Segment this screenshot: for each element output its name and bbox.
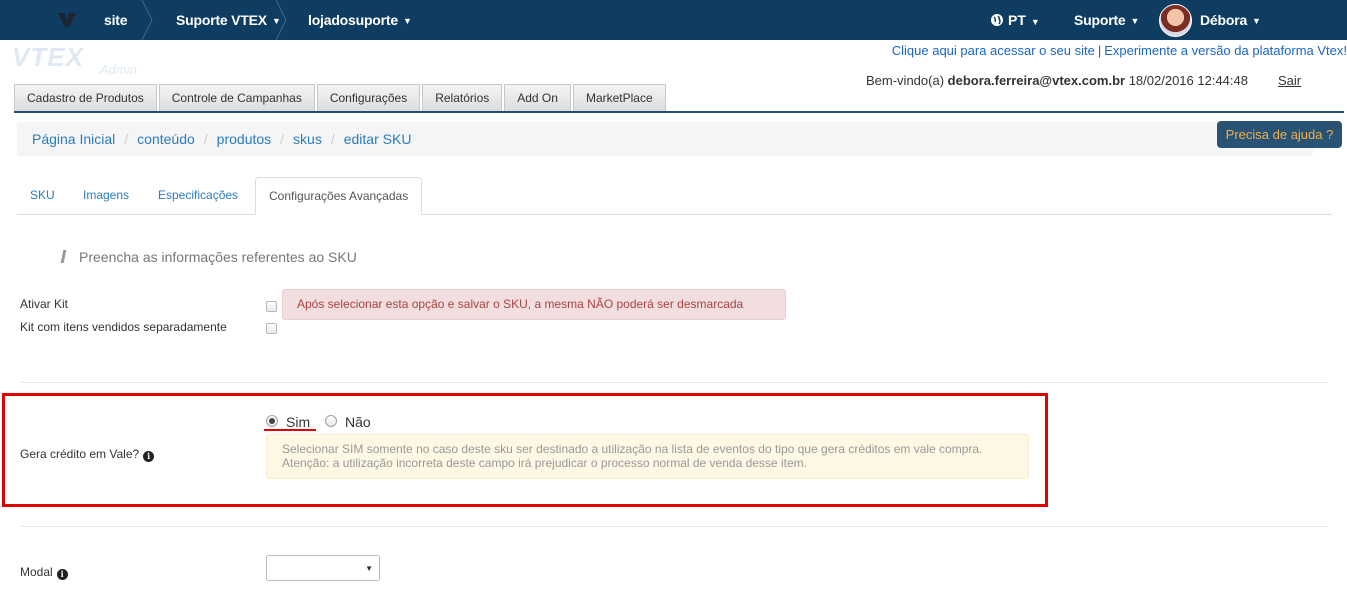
credit-no-label[interactable]: Não (345, 414, 371, 430)
kit-separate-checkbox[interactable] (266, 323, 277, 334)
tab-imagens[interactable]: Imagens (70, 177, 142, 215)
menu-tab-cadastro-produtos[interactable]: Cadastro de Produtos (14, 84, 157, 112)
logo-subtext: Admin (100, 62, 137, 77)
kit-warning-alert: Após selecionar esta opção e salvar o SK… (282, 289, 786, 320)
info-icon[interactable]: i (143, 451, 155, 462)
credit-no-radio[interactable] (325, 415, 337, 427)
chevron-down-icon: ▼ (365, 564, 373, 573)
breadcrumb-conteudo[interactable]: conteúdo (137, 131, 195, 147)
menu-divider (14, 111, 1344, 113)
credit-label-text: Gera crédito em Vale? (20, 447, 140, 461)
avatar[interactable] (1159, 4, 1192, 37)
help-button[interactable]: Precisa de ajuda ? (1217, 121, 1342, 148)
tab-especificacoes[interactable]: Especificações (145, 177, 251, 215)
breadcrumb: Página Inicial / conteúdo / produtos / skus / ed… (17, 122, 1313, 156)
store-label: lojadosuporte (308, 12, 398, 28)
tab-configuracoes-avancadas[interactable]: Configurações Avançadas (255, 177, 423, 215)
credit-label: Gera crédito em Vale? i (20, 447, 155, 462)
user-menu[interactable]: Débora ▼ (1200, 0, 1261, 40)
credit-yes-label[interactable]: Sim (286, 414, 310, 430)
section-divider (20, 382, 1328, 383)
breadcrumb-editar-sku[interactable]: editar SKU (344, 131, 412, 147)
breadcrumb-produtos[interactable]: produtos (217, 131, 271, 147)
kit-checkbox[interactable] (266, 301, 277, 312)
info-icon[interactable]: i (56, 569, 68, 580)
highlight-underline (264, 429, 316, 431)
user-name: Débora (1200, 12, 1248, 28)
breadcrumb-divider: / (124, 131, 129, 147)
sku-tabs: SKU Imagens Especificações Configurações… (17, 177, 1332, 215)
credit-warning-alert: Selecionar SIM somente no caso deste sku… (266, 434, 1029, 479)
globe-icon (991, 14, 1003, 26)
logout-link[interactable]: Sair (1278, 73, 1301, 88)
link-separator: | (1097, 43, 1102, 58)
header-links: Clique aqui para acessar o seu site | Expe… (892, 43, 1347, 58)
chevron-down-icon: ▼ (402, 16, 412, 26)
modal-label-text: Modal (20, 565, 53, 579)
tab-sku[interactable]: SKU (17, 177, 68, 215)
support-label: Suporte (1074, 12, 1126, 28)
credit-warning-line1: Selecionar SIM somente no caso deste sku… (282, 442, 983, 456)
language-label: PT (1008, 12, 1026, 28)
top-navbar: site Suporte VTEX ▼ lojadosuporte ▼ PT ▼ Su… (0, 0, 1347, 40)
menu-tab-marketplace[interactable]: MarketPlace (572, 84, 666, 112)
menu-tab-controle-campanhas[interactable]: Controle de Campanhas (158, 84, 315, 112)
breadcrumb-home[interactable]: Página Inicial (32, 131, 115, 147)
main-menu: Cadastro de Produtos Controle de Campanh… (14, 84, 668, 112)
nav-separator (275, 0, 287, 40)
breadcrumb-divider: / (280, 131, 285, 147)
site-selector[interactable]: site (104, 0, 128, 40)
vtex-logo-icon[interactable] (56, 9, 78, 31)
kit-label: Ativar Kit (20, 297, 69, 311)
kit-separate-label: Kit com itens vendidos separadamente (20, 320, 227, 334)
vtex-admin-logo[interactable]: VTEX Admin (12, 42, 152, 78)
try-platform-link[interactable]: Experimente a versão da plataforma Vtex! (1104, 43, 1347, 58)
form-legend: Preencha as informações referentes ao SK… (60, 249, 357, 265)
welcome-message: Bem-vindo(a) debora.ferreira@vtex.com.br… (866, 73, 1248, 88)
credit-warning-line2: Atenção: a utilização incorreta deste ca… (282, 456, 807, 470)
welcome-prefix: Bem-vindo(a) (866, 73, 945, 88)
modal-select[interactable]: ▼ (266, 555, 380, 581)
menu-tab-configuracoes[interactable]: Configurações (316, 84, 421, 112)
breadcrumb-divider: / (203, 131, 208, 147)
account-selector[interactable]: Suporte VTEX ▼ (176, 0, 281, 40)
login-datetime: 18/02/2016 12:44:48 (1128, 73, 1248, 88)
store-selector[interactable]: lojadosuporte ▼ (308, 0, 412, 40)
user-email: debora.ferreira@vtex.com.br (947, 73, 1126, 88)
language-selector[interactable]: PT ▼ (990, 0, 1040, 40)
breadcrumb-divider: / (330, 131, 335, 147)
chevron-down-icon: ▼ (1252, 16, 1261, 26)
legend-marker (60, 250, 67, 263)
modal-label: Modal i (20, 565, 68, 580)
breadcrumb-skus[interactable]: skus (293, 131, 322, 147)
menu-tab-add-on[interactable]: Add On (504, 84, 571, 112)
support-menu[interactable]: Suporte ▼ (1074, 0, 1139, 40)
account-label: Suporte VTEX (176, 12, 267, 28)
credit-yes-radio[interactable] (266, 415, 278, 427)
section-divider (20, 526, 1328, 527)
logo-text: VTEX (12, 42, 84, 72)
menu-tab-relatorios[interactable]: Relatórios (422, 84, 503, 112)
chevron-down-icon: ▼ (1030, 17, 1040, 27)
site-label: site (104, 12, 128, 28)
chevron-down-icon: ▼ (1130, 16, 1140, 26)
nav-separator (141, 0, 153, 40)
legend-text: Preencha as informações referentes ao SK… (79, 249, 357, 265)
access-site-link[interactable]: Clique aqui para acessar o seu site (892, 43, 1095, 58)
